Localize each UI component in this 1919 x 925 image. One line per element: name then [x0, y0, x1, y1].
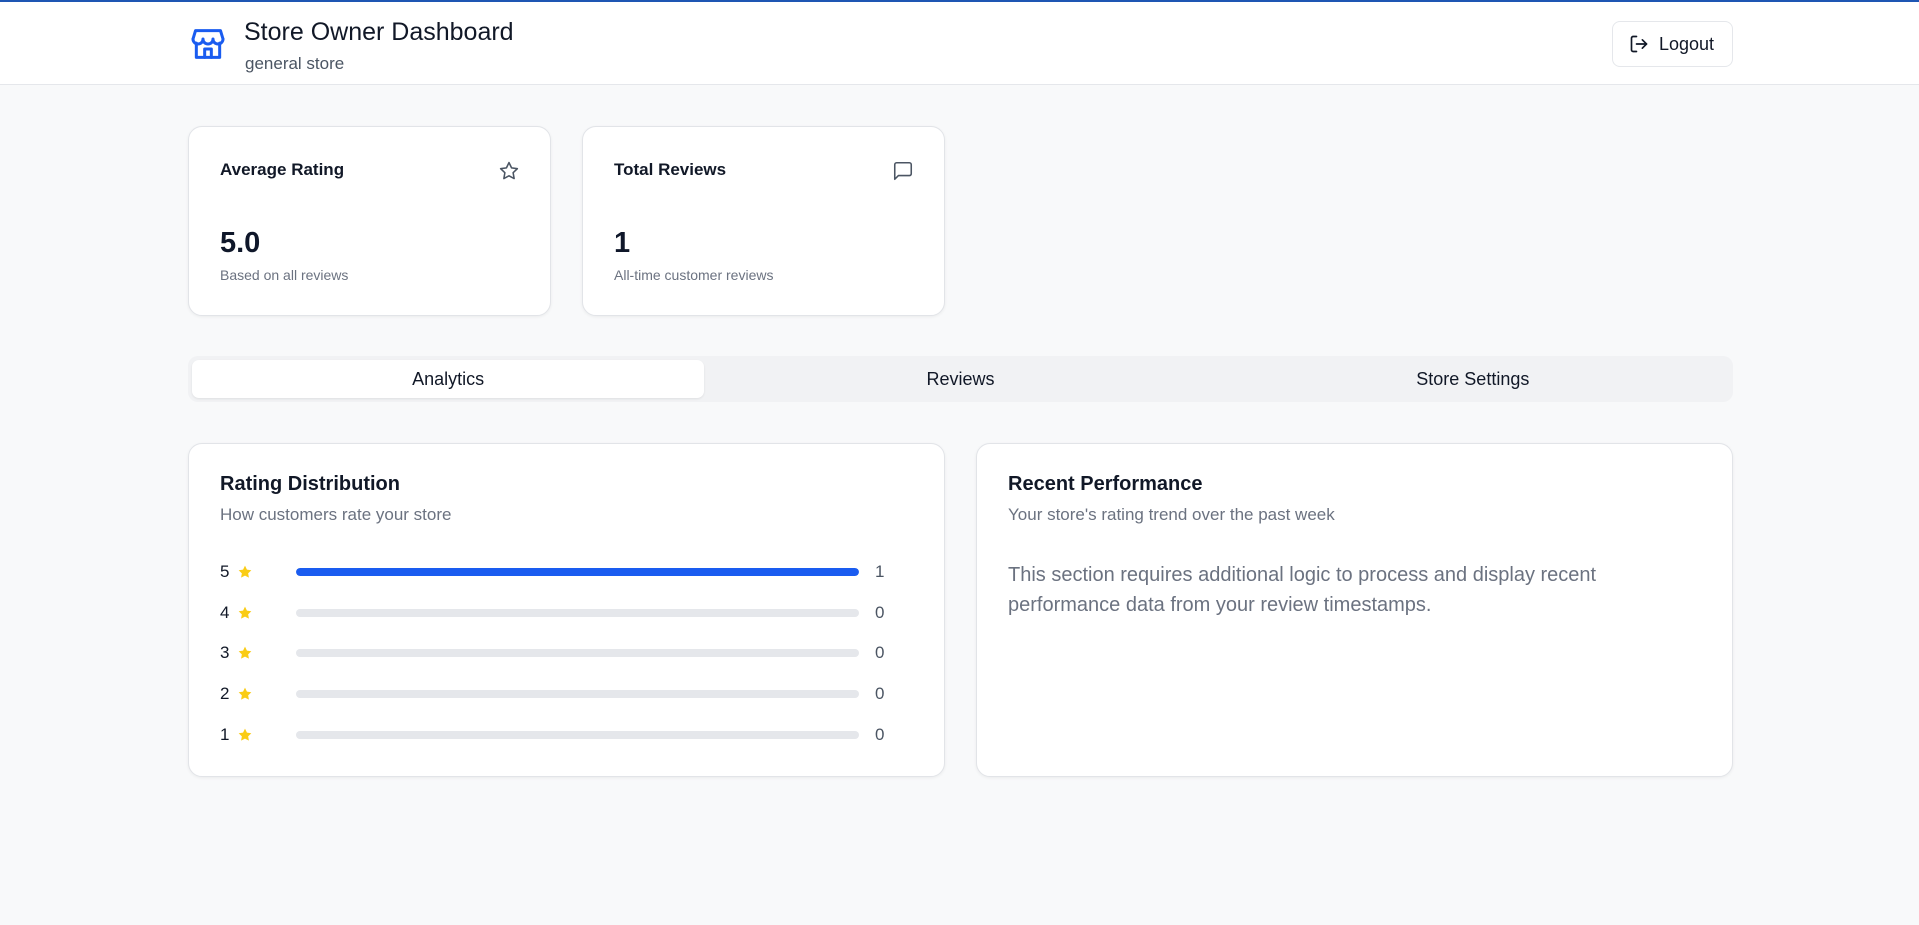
rating-row: 4 0: [220, 601, 920, 625]
rating-distribution-card: Rating Distribution How customers rate y…: [188, 443, 945, 777]
performance-placeholder-text: This section requires additional logic t…: [1008, 564, 1597, 616]
stat-title: Total Reviews: [614, 160, 727, 179]
rating-count: 0: [875, 684, 885, 703]
rating-row: 1 0: [220, 723, 920, 747]
star-filled-icon: [238, 565, 252, 578]
logout-button[interactable]: Logout: [1612, 21, 1733, 67]
rating-count: 0: [875, 725, 885, 744]
star-filled-icon: [238, 728, 252, 741]
rating-bar: [296, 568, 859, 576]
star-filled-icon: [238, 646, 252, 659]
average-rating-card: Average Rating 5.0 Based on all reviews: [188, 126, 551, 316]
tab-analytics[interactable]: Analytics: [192, 360, 705, 398]
rating-bar: [296, 731, 859, 739]
star-count-label: 1: [220, 725, 230, 744]
rating-bar: [296, 649, 859, 657]
tab-reviews[interactable]: Reviews: [704, 360, 1216, 398]
stat-description: All-time customer reviews: [614, 267, 774, 283]
rating-row: 5 1: [220, 560, 920, 584]
total-reviews-card: Total Reviews 1 All-time customer review…: [582, 126, 945, 316]
rating-count: 0: [875, 603, 885, 622]
star-filled-icon: [238, 687, 252, 700]
panel-subtitle: Your store's rating trend over the past …: [1008, 505, 1335, 524]
store-name: general store: [245, 54, 345, 73]
rating-row: 3 0: [220, 641, 920, 665]
stat-value: 5.0: [220, 227, 261, 259]
app-header: Store Owner Dashboard general store Logo…: [0, 2, 1919, 85]
star-count-label: 2: [220, 684, 230, 703]
dashboard-tabs: Analytics Reviews Store Settings: [188, 356, 1733, 402]
star-filled-icon: [238, 606, 252, 619]
rating-bar: [296, 690, 859, 698]
star-outline-icon: [499, 161, 519, 180]
rating-row: 2 0: [220, 682, 920, 706]
stat-value: 1: [614, 227, 631, 259]
recent-performance-card: Recent Performance Your store's rating t…: [976, 443, 1733, 777]
star-count-label: 4: [220, 603, 230, 622]
panel-title: Rating Distribution: [220, 473, 400, 495]
star-count-label: 5: [220, 562, 230, 581]
store-icon: [191, 29, 225, 59]
rating-count: 1: [875, 562, 885, 581]
panel-subtitle: How customers rate your store: [220, 505, 452, 524]
rating-bar-fill: [296, 568, 859, 576]
tab-store-settings[interactable]: Store Settings: [1217, 360, 1729, 398]
panel-title: Recent Performance: [1008, 473, 1203, 495]
message-square-icon: [893, 161, 913, 181]
rating-bar: [296, 609, 859, 617]
rating-count: 0: [875, 643, 885, 662]
star-count-label: 3: [220, 643, 230, 662]
stat-description: Based on all reviews: [220, 267, 349, 283]
logout-label: Logout: [1659, 33, 1715, 54]
page-title: Store Owner Dashboard: [244, 18, 514, 46]
logout-icon: [1630, 35, 1648, 53]
stat-title: Average Rating: [220, 160, 345, 179]
